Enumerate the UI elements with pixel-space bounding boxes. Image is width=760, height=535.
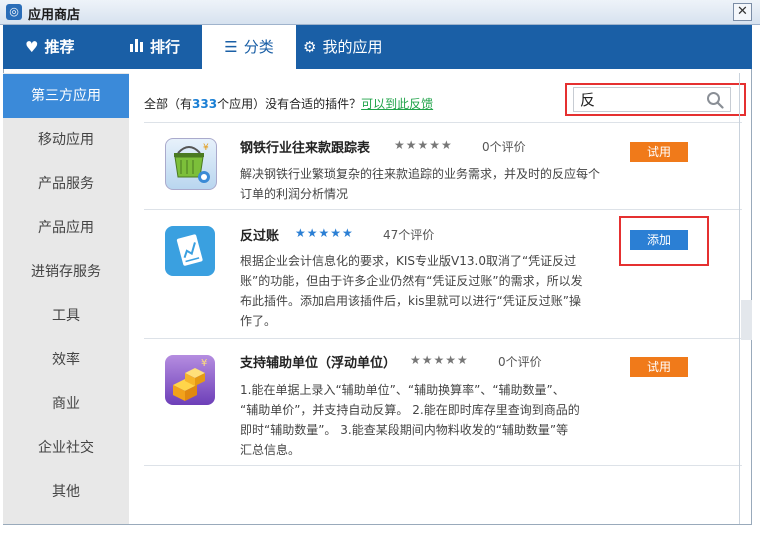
- sidebar-item-social[interactable]: 企业社交: [3, 426, 129, 470]
- description-line: 作了。: [240, 314, 277, 328]
- list-divider: [144, 209, 742, 210]
- list-divider: [144, 338, 742, 339]
- scrollbar-track[interactable]: [739, 73, 740, 524]
- app-name[interactable]: 支持辅助单位（浮动单位）: [240, 352, 396, 371]
- search-input[interactable]: [580, 90, 698, 109]
- app-name[interactable]: 钢铁行业往来款跟踪表: [240, 137, 370, 156]
- try-button[interactable]: 试用: [630, 357, 688, 377]
- sidebar-item-product-service[interactable]: 产品服务: [3, 162, 129, 206]
- svg-text:¥: ¥: [203, 143, 209, 153]
- title-bar: ◎ 应用商店 ✕: [0, 0, 760, 25]
- app-description: 解决钢铁行业繁琐复杂的往来款追踪的业务需求，并及时的反应每个 订单的利润分析情况: [240, 164, 600, 204]
- app-name[interactable]: 反过账: [240, 225, 279, 244]
- basket-app-icon[interactable]: ¥: [165, 138, 217, 190]
- boxes-app-icon[interactable]: ¥: [165, 355, 215, 405]
- description-line: 布此插件。添加启用该插件后，kis里就可以进行“凭证反过账”操: [240, 294, 581, 308]
- description-line: 解决钢铁行业繁琐复杂的往来款追踪的业务需求，并及时的反应每个: [240, 167, 601, 181]
- sidebar-item-inventory[interactable]: 进销存服务: [3, 250, 129, 294]
- search-box: [573, 87, 731, 112]
- rating-stars: ★★★★★: [410, 353, 469, 367]
- description-line: 即时“辅助数量”。 3.能查某段期间内物料收发的“辅助数量”等: [240, 423, 569, 437]
- summary-suffix: 个应用）没有合适的插件？: [217, 97, 362, 111]
- description-line: 汇总信息。: [240, 443, 301, 457]
- tab-my-apps[interactable]: ⚙ 我的应用: [303, 25, 413, 69]
- top-nav: ♥ 推荐 排行 ☰ 分类 ⚙ 我的应用: [3, 25, 752, 69]
- search-icon[interactable]: [706, 91, 724, 109]
- gear-icon: ⚙: [303, 38, 317, 56]
- description-line: 账”的功能，但由于许多企业仍然有“凭证反过账”的需求，所以发: [240, 274, 583, 288]
- window-title: 应用商店: [28, 8, 81, 23]
- description-line: “辅助单价”，并支持自动反算。 2.能在即时库存里查询到商品的: [240, 403, 580, 417]
- sidebar-item-efficiency[interactable]: 效率: [3, 338, 129, 382]
- rating-stars: ★★★★★: [394, 138, 453, 152]
- try-button[interactable]: 试用: [630, 142, 688, 162]
- list-icon: ☰: [224, 38, 238, 56]
- list-divider: [144, 465, 742, 466]
- app-description: 1.能在单据上录入“辅助单位”、“辅助换算率”、“辅助数量”、 “辅助单价”，并…: [240, 380, 580, 460]
- tab-ranking[interactable]: 排行: [130, 25, 200, 69]
- tab-category[interactable]: ☰ 分类: [202, 25, 296, 69]
- reverse-posting-app-icon[interactable]: [165, 226, 215, 276]
- bar-chart-icon: [130, 25, 144, 69]
- sidebar-item-tools[interactable]: 工具: [3, 294, 129, 338]
- description-line: 订单的利润分析情况: [240, 187, 349, 201]
- tab-label: 我的应用: [322, 38, 383, 56]
- rating-count: 0个评价: [482, 140, 526, 154]
- feedback-link[interactable]: 可以到此反馈: [361, 97, 433, 111]
- description-line: 1.能在单据上录入“辅助单位”、“辅助换算率”、“辅助数量”、: [240, 383, 565, 397]
- sidebar-item-product-app[interactable]: 产品应用: [3, 206, 129, 250]
- store-logo-icon: ◎: [6, 4, 22, 20]
- description-line: 根据企业会计信息化的要求，KIS专业版V13.0取消了“凭证反过: [240, 254, 577, 268]
- rating-stars: ★★★★★: [295, 226, 354, 240]
- category-sidebar: 第三方应用 移动应用 产品服务 产品应用 进销存服务 工具 效率 商业 企业社交…: [3, 73, 129, 524]
- sidebar-item-third-party[interactable]: 第三方应用: [3, 74, 129, 118]
- list-divider: [144, 122, 742, 123]
- scrollbar-thumb[interactable]: [741, 300, 752, 340]
- summary-prefix: 全部（有: [144, 97, 193, 111]
- svg-text:¥: ¥: [201, 358, 207, 369]
- tab-label: 推荐: [44, 38, 75, 56]
- sidebar-item-mobile[interactable]: 移动应用: [3, 118, 129, 162]
- sidebar-item-business[interactable]: 商业: [3, 382, 129, 426]
- rating-count: 0个评价: [498, 355, 542, 369]
- tab-recommend[interactable]: ♥ 推荐: [25, 25, 95, 69]
- heart-icon: ♥: [25, 38, 39, 56]
- add-button[interactable]: 添加: [630, 230, 688, 250]
- tab-label: 分类: [243, 38, 274, 56]
- close-button[interactable]: ✕: [733, 3, 752, 21]
- app-count: 333: [192, 97, 218, 111]
- tab-label: 排行: [150, 38, 181, 56]
- rating-count: 47个评价: [383, 228, 435, 242]
- app-count-summary: 全部（有333个应用）没有合适的插件？可以到此反馈: [144, 95, 433, 112]
- app-description: 根据企业会计信息化的要求，KIS专业版V13.0取消了“凭证反过 账”的功能，但…: [240, 251, 583, 331]
- sidebar-item-other[interactable]: 其他: [3, 470, 129, 514]
